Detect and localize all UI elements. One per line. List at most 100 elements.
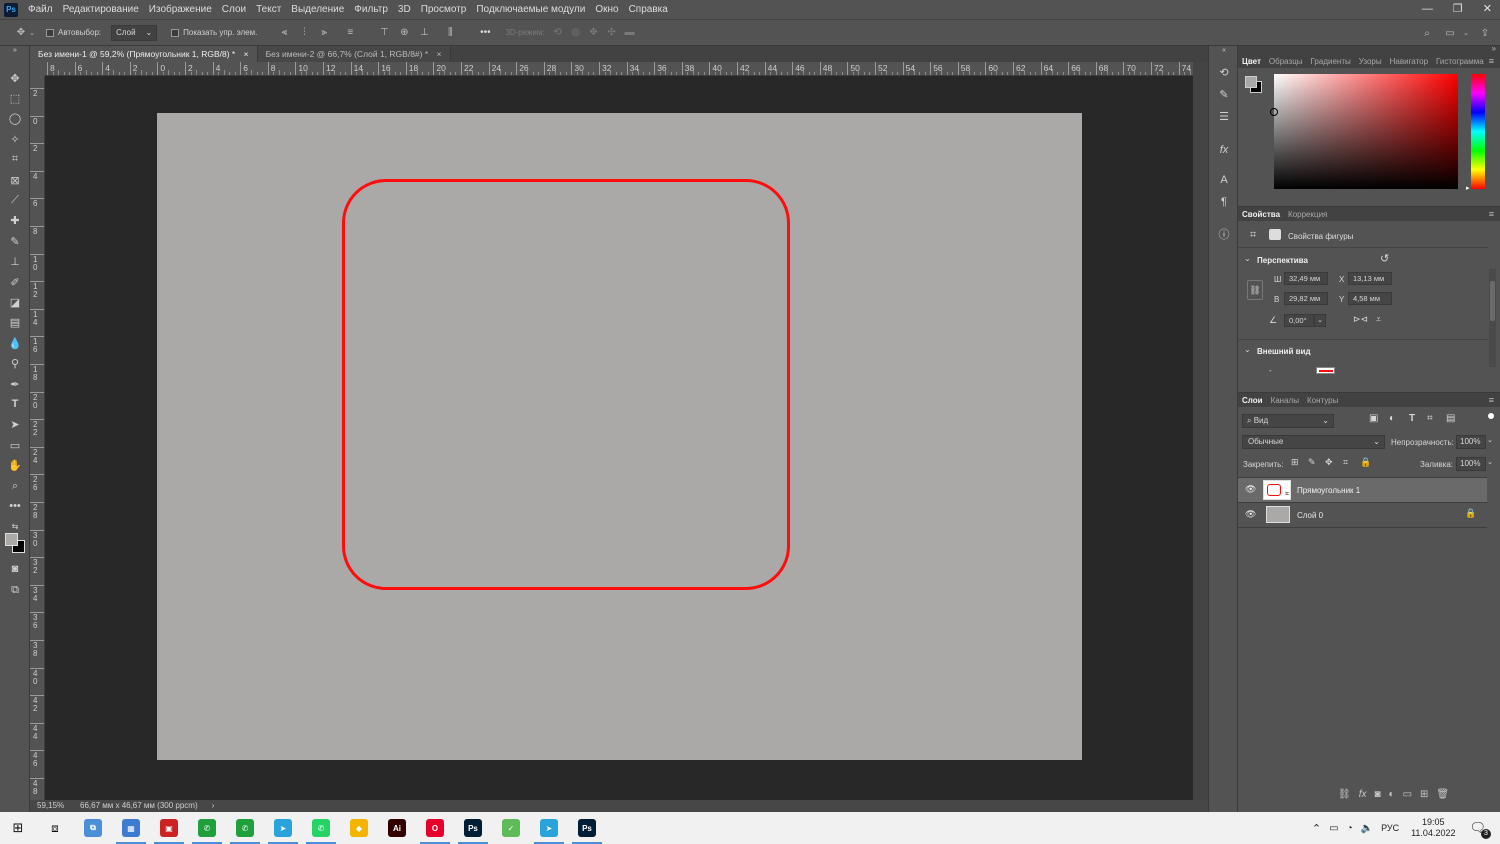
filter-adjustment-icon[interactable]: ◐ — [1389, 413, 1395, 424]
flip-horizontal-icon[interactable]: ⊳⊲ — [1353, 314, 1368, 325]
collapse-dock-icon[interactable]: » — [1492, 44, 1496, 53]
type-tool-icon[interactable]: T — [7, 396, 23, 412]
history-panel-icon[interactable]: ⟲ — [1216, 64, 1232, 80]
tab-color[interactable]: Цвет — [1238, 57, 1265, 66]
clock[interactable]: 19:05 11.04.2022 — [1411, 817, 1455, 839]
foreground-color-swatch[interactable] — [5, 533, 18, 546]
chevron-down-icon[interactable]: ⌄ — [1244, 345, 1251, 354]
hue-slider[interactable] — [1471, 74, 1485, 189]
tab-layers[interactable]: Слои — [1238, 396, 1267, 405]
menu-text[interactable]: Текст — [251, 4, 286, 15]
edit-toolbar-icon[interactable]: ••• — [7, 498, 23, 514]
status-menu-arrow-icon[interactable]: › — [198, 800, 215, 812]
tab-navigator[interactable]: Навигатор — [1386, 57, 1432, 66]
workspace-icon[interactable]: ▭ — [1443, 26, 1457, 40]
tab-histogram[interactable]: Гистограмма — [1432, 57, 1488, 66]
taskbar-app[interactable]: ✆ — [302, 812, 340, 844]
taskbar-app[interactable]: ✆ — [226, 812, 264, 844]
distribute-icon[interactable]: ≡ — [343, 26, 357, 40]
fill-field[interactable]: 100% — [1456, 457, 1486, 471]
filter-shape-icon[interactable]: ⌗ — [1427, 413, 1433, 424]
layer-name[interactable]: Слой 0 — [1297, 511, 1323, 520]
align-left-icon[interactable]: ⫷ — [277, 26, 291, 40]
gradient-tool-icon[interactable]: ▤ — [7, 314, 23, 330]
taskbar-app[interactable]: ▦ — [112, 812, 150, 844]
visibility-eye-icon[interactable]: 👁 — [1245, 509, 1256, 520]
align-middle-v-icon[interactable]: ⊕ — [397, 26, 411, 40]
lock-pixels-icon[interactable]: ✎ — [1308, 457, 1316, 468]
lock-artboard-icon[interactable]: ⌗ — [1343, 457, 1348, 468]
filter-toggle-icon[interactable] — [1488, 413, 1494, 419]
transform-section-title[interactable]: Перспектива — [1257, 256, 1308, 265]
brush-settings-icon[interactable]: ✎ — [1216, 86, 1232, 102]
lock-position-icon[interactable]: ✥ — [1325, 457, 1333, 468]
properties-scrollbar[interactable] — [1489, 269, 1496, 367]
color-picker-cursor[interactable] — [1270, 108, 1278, 116]
menu-image[interactable]: Изображение — [144, 4, 217, 15]
styles-panel-icon[interactable]: fx — [1216, 142, 1232, 158]
menu-select[interactable]: Выделение — [286, 4, 349, 15]
y-field[interactable]: 4,58 мм — [1348, 292, 1392, 305]
dodge-tool-icon[interactable]: ⚲ — [7, 355, 23, 371]
layer-row-layer0[interactable]: 👁 Слой 0 🔒 — [1238, 503, 1487, 527]
zoom-level[interactable]: 59,15% — [30, 800, 76, 812]
layer-filter-select[interactable]: ⌕ Вид ⌄ — [1242, 414, 1334, 428]
new-layer-icon[interactable]: ⊞ — [1420, 789, 1428, 805]
notifications-button[interactable]: 🗨 3 — [1469, 820, 1491, 839]
close-tab-icon[interactable]: × — [244, 49, 249, 59]
chevron-down-icon[interactable]: ⌄ — [1244, 254, 1251, 263]
align-center-h-icon[interactable]: ⫶ — [297, 26, 311, 40]
tool-preset-dropdown-icon[interactable]: ⌄ — [28, 26, 36, 40]
canvas-area[interactable] — [45, 76, 1193, 800]
reset-transform-icon[interactable]: ↺ — [1380, 252, 1389, 265]
opacity-field[interactable]: 100% — [1456, 435, 1486, 449]
filter-pixel-icon[interactable]: ▣ — [1369, 413, 1378, 424]
blur-tool-icon[interactable]: 💧 — [7, 335, 23, 351]
zoom-tool-icon[interactable]: ⌕ — [7, 478, 23, 494]
layer-mask-icon[interactable]: ◙ — [1374, 789, 1380, 805]
taskbar-app[interactable]: Ai — [378, 812, 416, 844]
eraser-tool-icon[interactable]: ◪ — [7, 294, 23, 310]
menu-layers[interactable]: Слои — [217, 4, 251, 15]
hand-tool-icon[interactable]: ✋ — [7, 457, 23, 473]
volume-icon[interactable]: 🔈 — [1361, 823, 1373, 834]
lock-all-icon[interactable]: 🔒 — [1360, 457, 1371, 468]
stamp-tool-icon[interactable]: ⊥ — [7, 253, 23, 269]
layer-row-rectangle[interactable]: 👁 ⌗ Прямоугольник 1 — [1238, 478, 1487, 502]
panel-menu-icon[interactable]: ≡ — [1489, 56, 1494, 66]
menu-view[interactable]: Просмотр — [416, 4, 472, 15]
foreground-color-chip[interactable] — [1245, 76, 1257, 88]
link-dimensions-icon[interactable]: ⛓ — [1247, 280, 1263, 300]
quick-mask-icon[interactable]: ◙ — [7, 561, 23, 577]
character-panel-icon[interactable]: A — [1216, 172, 1232, 188]
pen-tool-icon[interactable]: ✒ — [7, 376, 23, 392]
collapse-toolbar-icon[interactable]: » — [7, 46, 23, 54]
menu-file[interactable]: Файл — [23, 4, 58, 15]
menu-filter[interactable]: Фильтр — [349, 4, 393, 15]
taskbar-app[interactable]: Ps — [454, 812, 492, 844]
start-button[interactable]: ⊞ — [0, 812, 36, 844]
taskbar-app[interactable]: ✓ — [492, 812, 530, 844]
paragraph-panel-icon[interactable]: ¶ — [1216, 194, 1232, 210]
height-field[interactable]: 29,82 мм — [1284, 292, 1328, 305]
taskbar-app[interactable]: ➤ — [264, 812, 302, 844]
lasso-tool-icon[interactable]: ◯ — [7, 110, 23, 126]
filter-type-icon[interactable]: T — [1409, 413, 1415, 424]
brush-tool-icon[interactable]: ✎ — [7, 233, 23, 249]
new-group-icon[interactable]: ▭ — [1403, 789, 1412, 805]
flip-vertical-icon[interactable]: ⩡ — [1376, 314, 1381, 325]
tab-document-1[interactable]: Без имени-1 @ 59,2% (Прямоугольник 1, RG… — [30, 46, 258, 62]
taskbar-app[interactable]: ➤ — [530, 812, 568, 844]
taskbar-app[interactable]: ▣ — [150, 812, 188, 844]
rectangle-tool-icon[interactable]: ▭ — [7, 437, 23, 453]
panel-menu-icon[interactable]: ≡ — [1489, 395, 1494, 405]
workspace-dropdown-icon[interactable]: ⌄ — [1459, 26, 1473, 40]
fill-dropdown-icon[interactable]: ⌄ — [1487, 458, 1493, 466]
width-field[interactable]: 32,49 мм — [1284, 272, 1328, 285]
menu-window[interactable]: Окно — [590, 4, 623, 15]
blend-mode-select[interactable]: Обычные ⌄ — [1242, 435, 1385, 449]
healing-brush-tool-icon[interactable]: ✚ — [7, 212, 23, 228]
stroke-color-swatch[interactable] — [1316, 367, 1335, 374]
share-icon[interactable]: ⇪ — [1478, 26, 1492, 40]
frame-tool-icon[interactable]: ⊠ — [7, 172, 23, 188]
